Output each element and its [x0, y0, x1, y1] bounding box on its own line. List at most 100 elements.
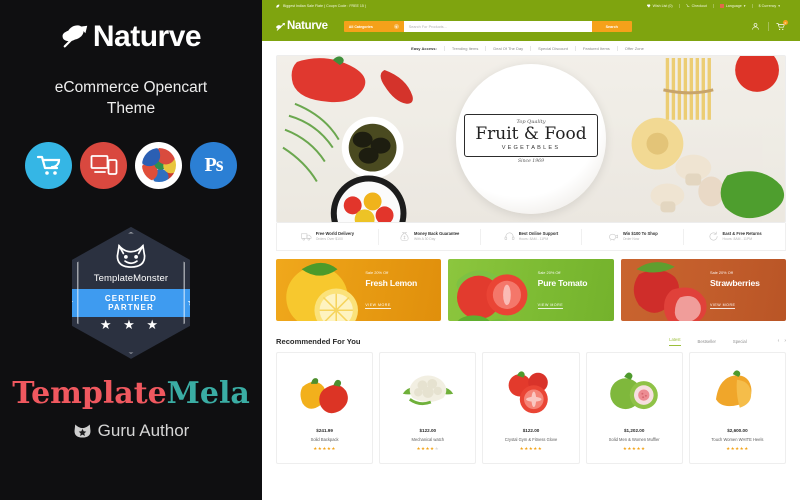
topbar-link-label: Checkout [691, 4, 707, 8]
hero-banner[interactable]: Top Quality Fruit & Food VEGETABLES Sinc… [276, 55, 786, 223]
category-select-value: All Categories [348, 24, 373, 29]
product-name: Crystal Gym & Fitness Glove [504, 437, 558, 442]
tab-latest[interactable]: Latest [669, 337, 681, 346]
topbar-promo-text: Biggest Indian Sale Flate ( Coupn Code :… [283, 4, 367, 8]
promo-title: Strawberries [709, 277, 760, 288]
promo-cta[interactable]: VIEW MORE [537, 303, 564, 309]
nav-item-offer-zone[interactable]: Offer Zone [616, 45, 651, 51]
promo-banner-row: Sale 20% Off Fresh Lemon VIEW MORE Sale … [276, 259, 786, 321]
product-card[interactable]: $241.99 Solid Backpack ★★★★★ [276, 352, 374, 464]
product-card[interactable]: $2,600.00 Touch Women WHITE Heels ★★★★★ [688, 352, 787, 464]
ribbon-star-left: ★ [65, 298, 75, 308]
multilanguage-icon [135, 141, 182, 189]
hero-subtitle: VEGETABLES [501, 144, 561, 151]
strawberry-image [633, 262, 707, 321]
topbar-link-currency[interactable]: $ Currency ▾ [751, 4, 786, 8]
product-price: $241.99 [316, 428, 333, 433]
product-rating: ★★★★★ [622, 446, 646, 451]
promo-brand-name: Naturve [92, 20, 202, 53]
nav-item-deal-of-the-day[interactable]: Deal Of The Day [485, 45, 530, 51]
site-preview: Biggest Indian Sale Flate ( Coupn Code :… [262, 0, 800, 500]
recommended-section-header: Recommended For You Latest Bestseller Sp… [276, 333, 786, 349]
site-brand-name: Naturve [287, 19, 328, 32]
feature-subtitle: With A 30 Day [414, 236, 436, 241]
promo-cta[interactable]: VIEW MORE [709, 303, 736, 309]
product-card[interactable]: $122.00 Crystal Gym & Fitness Glove ★★★★… [482, 352, 580, 464]
product-rating: ★★★★★ [416, 446, 440, 451]
promo-banner-text: Sale 20% Off Fresh Lemon VIEW MORE [365, 270, 427, 311]
chevron-left-icon[interactable]: ‹ [778, 338, 780, 344]
responsive-glyph [90, 155, 117, 176]
site-logo[interactable]: Naturve [276, 19, 328, 33]
promo-banner-tomato[interactable]: Sale 20% Off Pure Tomato VIEW MORE [448, 259, 614, 321]
promo-banner-strawberries[interactable]: Sale 20% Off Strawberries VIEW MORE [620, 259, 786, 321]
chevron-down-icon: ▾ [393, 24, 399, 29]
tab-bestseller[interactable]: Bestseller [698, 339, 716, 344]
search-button[interactable]: Search [591, 21, 632, 32]
tomato-image [456, 270, 528, 321]
topbar-link-label: $ Currency [758, 4, 777, 8]
promo-banner-text: Sale 20% Off Strawberries VIEW MORE [709, 270, 772, 311]
section-tabs: Latest Bestseller Special ‹ › [669, 337, 786, 346]
promo-panel: Naturve eCommerce Opencart Theme Ps Temp… [0, 0, 262, 500]
nav-item-special-discount[interactable]: Special Discount [530, 45, 575, 51]
product-price: $122.00 [419, 428, 437, 433]
ribbon-star-right: ★ [187, 298, 196, 308]
page-root: Naturve eCommerce Opencart Theme Ps Temp… [0, 0, 800, 500]
photoshop-label: Ps [204, 153, 224, 176]
moneybag-icon [400, 232, 409, 241]
nav-item-trending[interactable]: Trending Items [443, 45, 486, 51]
product-image [690, 362, 785, 424]
author-name-part2: Mela [166, 375, 250, 411]
flag-icon [719, 4, 724, 8]
certified-partner-ribbon: ★ CERTIFIED PARTNER ★ [65, 288, 196, 317]
feature-money-back: Money Back Guarantee With A 30 Day [377, 228, 480, 245]
account-button[interactable] [750, 21, 761, 32]
category-select[interactable]: All Categories ▾ [343, 21, 404, 32]
feature-subtitle: Hours: 8AM - 11PM [722, 236, 753, 241]
lemon-image [286, 262, 358, 321]
feature-text: Win $100 To Shop Order Now [623, 231, 658, 242]
leaf-icon [276, 4, 280, 8]
topbar-promo: Biggest Indian Sale Flate ( Coupn Code :… [276, 4, 366, 8]
feature-free-delivery: Free World Delivery Orders Over $100 [277, 229, 378, 245]
promo-sale-label: Sale 20% Off [537, 269, 561, 275]
nav-item-featured[interactable]: Featured Items [574, 45, 617, 51]
photoshop-icon: Ps [190, 141, 237, 189]
monster-face-icon [116, 243, 146, 268]
promo-banner-text: Sale 20% Off Pure Tomato VIEW MORE [537, 269, 600, 311]
heart-icon [646, 4, 650, 8]
topbar-link-language[interactable]: Language ▾ [712, 4, 752, 8]
product-card[interactable]: $1,202.00 Solid Men & Women Muffler ★★★★… [585, 352, 683, 464]
topbar-link-checkout[interactable]: Checkout [678, 4, 713, 8]
promo-title: Pure Tomato [537, 277, 588, 288]
promo-logo: Naturve [61, 20, 202, 53]
product-image [277, 362, 372, 424]
topbar-links: Wish List (0) Checkout Language ▾ $ Curr… [641, 4, 786, 8]
features-bar: Free World Delivery Orders Over $100 Mon… [276, 223, 786, 251]
topbar-link-wishlist[interactable]: Wish List (0) [641, 4, 679, 8]
hero-since: Since 1969 [517, 158, 544, 164]
feature-subtitle: Order Now [622, 236, 640, 241]
product-grid: $241.99 Solid Backpack ★★★★★ $122.00 Mec… [276, 352, 787, 464]
guava-image [610, 372, 659, 410]
chevron-right-icon[interactable]: › [784, 338, 786, 344]
tab-special[interactable]: Special [733, 339, 747, 344]
hero-plate: Top Quality Fruit & Food VEGETABLES Sinc… [456, 64, 606, 214]
peppers-image [300, 378, 348, 414]
monster-head-icon [74, 424, 91, 438]
papaya-image [716, 370, 752, 408]
cart-count-badge: 0 [783, 20, 788, 25]
product-price: $1,202.00 [623, 428, 645, 433]
product-price: $122.00 [522, 428, 540, 433]
author-role: Guru Author [73, 421, 189, 441]
cart-button[interactable]: 0 [775, 20, 788, 32]
headset-icon [504, 232, 515, 241]
promo-cta[interactable]: VIEW MORE [365, 303, 391, 309]
promo-title: Fresh Lemon [365, 277, 418, 288]
promo-banner-lemon[interactable]: Sale 20% Off Fresh Lemon VIEW MORE [276, 259, 442, 321]
search-input[interactable]: Search For Products... [403, 21, 592, 32]
hero-text-block: Top Quality Fruit & Food VEGETABLES Sinc… [464, 114, 598, 164]
opencart-glyph [36, 156, 60, 176]
product-card[interactable]: $122.00 Mechanical watch ★★★★★ [379, 352, 477, 464]
